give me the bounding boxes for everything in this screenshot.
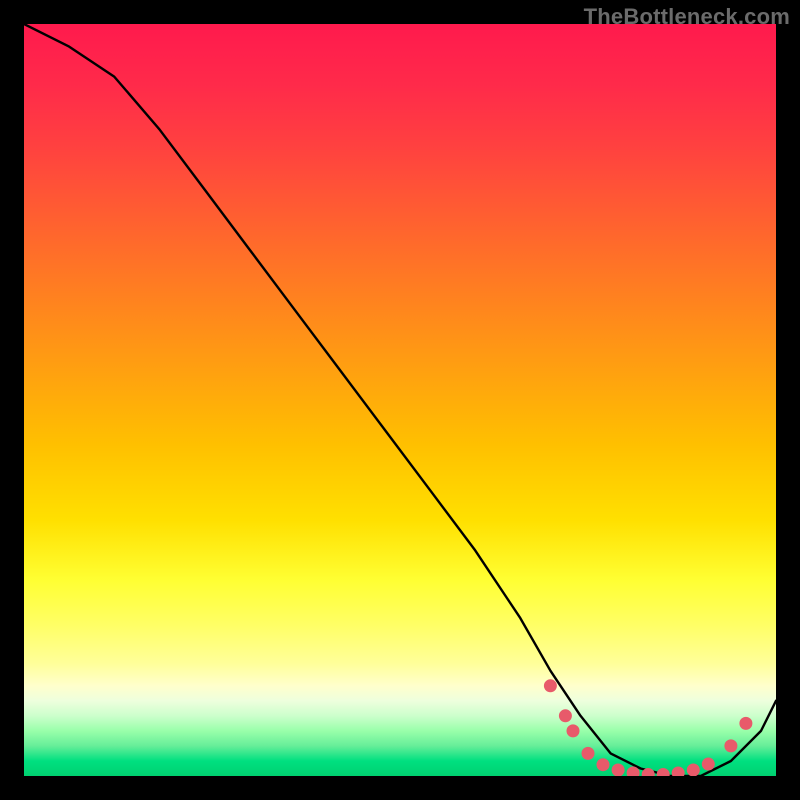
marker-dot <box>687 764 700 777</box>
plot-area <box>24 24 776 776</box>
marker-dot <box>597 758 610 771</box>
chart-frame: TheBottleneck.com <box>0 0 800 800</box>
curve-line <box>24 24 776 776</box>
marker-dot <box>612 764 625 777</box>
marker-group <box>544 679 753 776</box>
watermark-text: TheBottleneck.com <box>584 4 790 30</box>
marker-dot <box>739 717 752 730</box>
marker-dot <box>724 739 737 752</box>
marker-dot <box>582 747 595 760</box>
marker-dot <box>657 768 670 776</box>
marker-dot <box>567 724 580 737</box>
marker-dot <box>559 709 572 722</box>
marker-dot <box>702 758 715 771</box>
marker-dot <box>544 679 557 692</box>
marker-dot <box>672 767 685 777</box>
line-chart-svg <box>24 24 776 776</box>
